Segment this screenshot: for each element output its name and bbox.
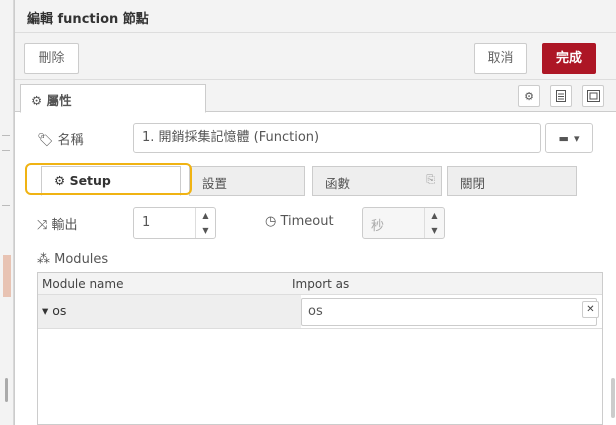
workspace-node-fragment [3,255,11,297]
outputs-label: ⤨ 輸出 [37,214,78,233]
gear-icon: ⚙ [524,89,534,103]
tab-setup[interactable]: ⚙ Setup [41,166,181,196]
icon-select-button[interactable]: ▬ ▾ [545,123,593,153]
timeout-placeholder: 秒 [371,219,385,234]
tab-properties[interactable]: ⚙ 屬性 [20,84,206,113]
tab-function-label: 函數 [325,176,351,191]
cancel-button[interactable]: 取消 [474,43,527,74]
outputs-value: 1 [142,215,151,230]
done-button[interactable]: 完成 [542,43,596,74]
import-as-input[interactable]: os [301,298,597,326]
document-icon [556,90,566,102]
cubes-icon: ⁂ [37,252,50,267]
modules-label-text: Modules [54,252,109,267]
timeout-label-text: Timeout [280,214,334,229]
tab-properties-label: 屬性 [46,93,72,108]
tab-close-label: 關閉 [460,176,486,191]
file-code-icon: ⎘ [426,173,435,186]
timeout-label: ◷ Timeout [265,214,334,229]
column-import-as: Import as [292,277,350,291]
tab-close[interactable]: 關閉 [447,166,577,196]
tab-setup-label: Setup [69,173,111,188]
name-input[interactable]: 1. 開銷採集記憶體 (Function) [133,123,541,153]
workspace-edge [0,0,14,425]
dialog-scrollbar[interactable] [611,378,615,418]
description-button[interactable] [550,85,572,107]
remove-row-button[interactable]: ✕ [582,301,599,318]
caret-down-icon[interactable]: ▾ [42,303,48,318]
column-module-name: Module name [42,277,124,291]
clock-icon: ◷ [265,214,277,229]
tag-icon: 🏷 [37,133,54,148]
modules-table: Module name Import as ▾ os os ✕ [37,272,603,425]
dialog-title: 編輯 function 節點 [15,0,616,33]
name-label-text: 名稱 [57,133,84,148]
gear-icon: ⚙ [31,93,43,108]
spinner-up-icon[interactable]: ▲ [196,208,215,223]
tab-settings[interactable]: 設置 [189,166,305,196]
tab-function[interactable]: 函數 ⎘ [312,166,442,196]
delete-button[interactable]: 刪除 [24,43,79,74]
properties-tab-bar: ⚙ 屬性 ⚙ [15,80,616,113]
settings-button[interactable]: ⚙ [518,85,540,107]
modules-label: ⁂ Modules [37,252,108,267]
table-row: ▾ os os ✕ [38,295,602,329]
appearance-button[interactable] [582,85,604,107]
name-label: 🏷 名稱 [37,129,84,148]
timeout-spinner[interactable]: 秒 ▲ ▼ [362,207,445,239]
table-header: Module name Import as [38,273,602,295]
gear-icon: ⚙ [54,173,66,188]
spinner-up-icon[interactable]: ▲ [425,208,444,223]
edit-dialog: 編輯 function 節點 刪除 取消 完成 ⚙ 屬性 ⚙ 🏷 名稱 1. 開… [14,0,616,425]
book-icon: ▬ [558,131,569,145]
chevron-down-icon: ▾ [573,131,580,145]
spinner-down-icon[interactable]: ▼ [196,223,215,238]
tab-settings-label: 設置 [202,176,228,191]
spinner-down-icon[interactable]: ▼ [425,223,444,238]
module-name-cell[interactable]: ▾ os [38,295,301,328]
dialog-toolbar: 刪除 取消 完成 [15,33,616,80]
outputs-label-text: 輸出 [51,218,78,233]
module-name-value: os [52,303,67,318]
workspace-scroll-handle[interactable] [5,378,8,402]
editor-tabs: ⚙ Setup 設置 函數 ⎘ 關閉 [27,166,589,197]
outputs-spinner[interactable]: 1 ▲ ▼ [133,207,216,239]
appearance-icon [586,90,600,102]
shuffle-icon: ⤨ [37,218,48,233]
